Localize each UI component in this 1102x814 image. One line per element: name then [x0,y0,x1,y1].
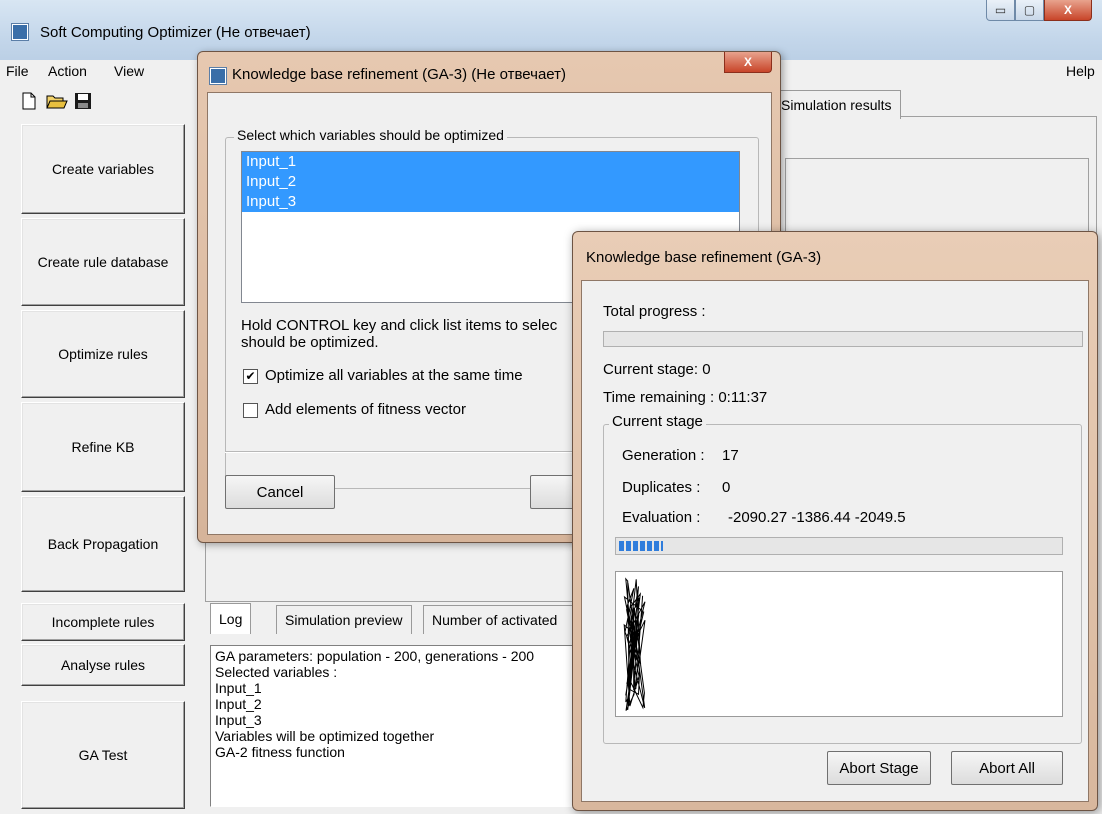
cancel-button[interactable]: Cancel [225,475,335,509]
add-fitness-label: Add elements of fitness vector [265,401,466,418]
log-line: GA parameters: population - 200, generat… [215,648,535,664]
log-panel[interactable]: GA parameters: population - 200, generat… [210,645,582,807]
dialog2-title: Knowledge base refinement (GA-3) [586,249,822,266]
maximize-icon[interactable]: ▢ [1015,0,1044,21]
open-folder-icon[interactable] [46,92,68,110]
duplicates-label: Duplicates : [622,479,701,496]
current-stage-value: 0 [702,361,711,378]
log-line: Selected variables : [215,664,338,680]
main-window-title: Soft Computing Optimizer (Не отвечает) [40,24,311,41]
menu-view[interactable]: View [114,63,144,79]
variables-group-label: Select which variables should be optimiz… [234,127,507,143]
menu-action[interactable]: Action [48,63,87,79]
list-item[interactable]: Input_1 [242,152,739,172]
fitness-plot-svg [623,577,646,711]
abort-stage-button[interactable]: Abort Stage [827,751,931,785]
log-line: GA-2 fitness function [215,744,345,760]
optimize-rules-button[interactable]: Optimize rules [21,310,185,398]
time-remaining-row: Time remaining : 0:11:37 [603,389,767,406]
fitness-trace [623,577,646,711]
total-progress-label: Total progress : [603,303,706,320]
tab-simulation-preview[interactable]: Simulation preview [276,605,412,634]
list-item[interactable]: Input_2 [242,172,739,192]
dialog1-title: Knowledge base refinement (GA-3) (Не отв… [232,66,567,83]
ga-test-button[interactable]: GA Test [21,701,185,809]
close-icon[interactable]: X [1044,0,1092,21]
time-remaining-label: Time remaining : [603,389,715,406]
new-file-icon[interactable] [20,92,38,110]
bottom-tabs: Log Simulation preview Number of activat… [208,603,601,634]
hint-line-1: Hold CONTROL key and click list items to… [241,317,558,334]
current-stage-row: Current stage: 0 [603,361,711,378]
log-line: Input_3 [215,712,262,728]
refine-kb-button[interactable]: Refine KB [21,402,185,492]
menu-help[interactable]: Help [1066,63,1095,79]
stage-progress-bar [615,537,1063,555]
current-stage-label: Current stage: [603,361,699,378]
generation-value: 17 [722,447,739,464]
evaluation-label: Evaluation : [622,509,701,526]
refinement-progress-dialog: Knowledge base refinement (GA-3) Total p… [572,231,1098,811]
add-fitness-checkbox[interactable] [243,403,258,418]
hint-text: Hold CONTROL key and click list items to… [241,317,557,351]
duplicates-value: 0 [722,479,731,496]
abort-all-button[interactable]: Abort All [951,751,1063,785]
minimize-icon[interactable]: ▭ [986,0,1015,21]
incomplete-rules-button[interactable]: Incomplete rules [21,603,185,641]
menu-file[interactable]: File [6,63,29,79]
tab-simulation-results[interactable]: Simulation results [772,90,901,119]
dialog2-client: Total progress : Current stage: 0 Time r… [581,280,1089,802]
tab-log[interactable]: Log [210,603,252,634]
create-rule-database-button[interactable]: Create rule database [21,218,185,306]
current-stage-group-label: Current stage [609,413,706,430]
fitness-plot [615,571,1063,717]
time-remaining-value: 0:11:37 [718,389,768,406]
back-propagation-button[interactable]: Back Propagation [21,496,185,592]
stage-progress-fill [619,541,663,551]
log-line: Variables will be optimized together [215,728,435,744]
optimize-all-checkbox[interactable]: ✔ [243,369,258,384]
save-disk-icon[interactable] [74,92,92,110]
hint-line-2: should be optimized. [241,334,379,351]
total-progress-bar [603,331,1083,347]
evaluation-value: -2090.27 -1386.44 -2049.5 [728,509,906,526]
list-item[interactable]: Input_3 [242,192,739,212]
log-line: Input_1 [215,680,262,696]
log-line: Input_2 [215,696,262,712]
optimize-all-label: Optimize all variables at the same time [265,367,523,384]
app-icon [12,24,28,40]
window-controls: ▭ ▢ X [986,0,1092,22]
create-variables-button[interactable]: Create variables [21,124,185,214]
generation-label: Generation : [622,447,705,464]
analyse-rules-button[interactable]: Analyse rules [21,644,185,686]
dialog1-close-icon[interactable]: X [724,52,772,73]
dialog-app-icon [210,68,226,84]
toolbar [20,92,140,114]
